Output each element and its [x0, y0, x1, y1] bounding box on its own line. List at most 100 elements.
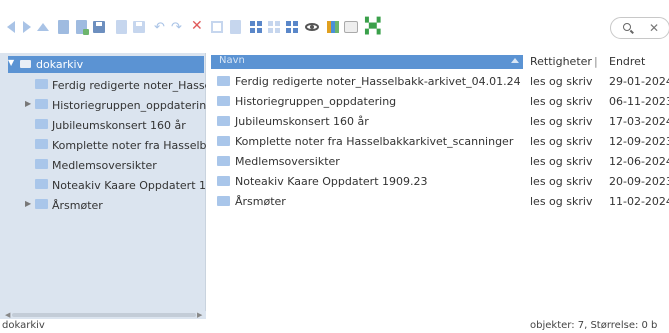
row-date: 11-02-2024	[609, 195, 669, 208]
row-name: Komplette noter fra Hasselbakkarkivet_sc…	[235, 135, 514, 148]
row-rights: les og skriv	[530, 75, 593, 88]
new-folder-icon[interactable]	[74, 20, 89, 35]
tree-root-item[interactable]: ▼ dokarkiv	[8, 56, 204, 73]
table-row[interactable]: Årsmøter les og skriv 11-02-2024	[207, 191, 669, 211]
tree-item[interactable]: Ferdig redigerte noter_Hasselbakk-arkive…	[24, 75, 206, 95]
delete-icon[interactable]: ✕	[190, 19, 204, 34]
row-name: Historiegruppen_oppdatering	[235, 95, 397, 108]
folder-icon	[35, 139, 48, 149]
row-rights: les og skriv	[530, 195, 593, 208]
tree-root-label: dokarkiv	[36, 58, 84, 71]
scroll-left-icon[interactable]: ◀	[5, 311, 10, 319]
status-bar: dokarkiv objekter: 7, Størrelse: 0 b	[0, 319, 669, 333]
row-rights: les og skriv	[530, 175, 593, 188]
table-row[interactable]: Medlemsoversikter les og skriv 12-06-202…	[207, 151, 669, 171]
tree-item-label: Årsmøter	[52, 199, 103, 212]
folder-icon	[217, 96, 230, 106]
tree-item[interactable]: Jubileumskonsert 160 år	[24, 115, 206, 135]
status-summary: objekter: 7, Størrelse: 0 b	[530, 320, 658, 331]
clear-search-icon[interactable]: ✕	[649, 20, 659, 36]
tree-item-label: Historiegruppen_oppdatering	[52, 99, 206, 112]
folder-icon	[217, 76, 230, 86]
column-divider[interactable]: |	[594, 55, 598, 68]
list-view-icon[interactable]	[267, 20, 281, 34]
scroll-right-icon[interactable]: ▶	[197, 311, 202, 319]
fullscreen-icon[interactable]: ▚▞ ▞▚	[364, 19, 380, 35]
column-header-rights[interactable]: Rettigheter	[530, 55, 592, 68]
chip-icon[interactable]	[344, 20, 358, 34]
column-header-name-label: Navn	[219, 55, 245, 66]
search-icon	[623, 23, 631, 31]
row-date: 17-03-2024	[609, 115, 669, 128]
back-icon[interactable]	[4, 20, 18, 34]
tree-item[interactable]: Komplette noter fra Hasselbakkarkivet_sc…	[24, 135, 206, 155]
table-row[interactable]: Komplette noter fra Hasselbakkarkivet_sc…	[207, 131, 669, 151]
tree-item-label: Medlemsoversikter	[52, 159, 157, 172]
table-row[interactable]: Noteakiv Kaare Oppdatert 1909.23 les og …	[207, 171, 669, 191]
row-name: Årsmøter	[235, 195, 286, 208]
tree-item[interactable]: ▶ Årsmøter	[24, 195, 206, 215]
folder-icon	[35, 119, 48, 129]
column-header-name[interactable]: Navn	[211, 55, 523, 69]
folder-icon	[217, 136, 230, 146]
folder-tree: ▼ dokarkiv Ferdig redigerte noter_Hassel…	[0, 53, 206, 311]
chevron-down-icon[interactable]: ▼	[8, 58, 14, 67]
tree-item[interactable]: Medlemsoversikter	[24, 155, 206, 175]
chevron-right-icon[interactable]: ▶	[25, 199, 31, 208]
color-icon[interactable]	[326, 20, 340, 34]
folder-icon	[35, 79, 48, 89]
up-icon[interactable]	[36, 20, 50, 34]
tree-item-label: Noteakiv Kaare Oppdatert 1909.23	[52, 179, 206, 192]
table-row[interactable]: Ferdig redigerte noter_Hasselbakk-arkive…	[207, 71, 669, 91]
row-rights: les og skriv	[530, 155, 593, 168]
save-icon[interactable]	[92, 20, 106, 34]
folder-icon	[217, 156, 230, 166]
scrollbar-thumb[interactable]	[12, 313, 196, 317]
row-date: 29-01-2024	[609, 75, 669, 88]
row-date: 20-09-2023	[609, 175, 669, 188]
search-input[interactable]: ✕	[610, 17, 669, 39]
folder-icon	[35, 199, 48, 209]
tree-item-label: Komplette noter fra Hasselbakkarkivet_sc…	[52, 139, 206, 152]
status-path: dokarkiv	[2, 320, 45, 331]
document-icon[interactable]	[228, 20, 242, 34]
folder-icon	[35, 99, 48, 109]
row-rights: les og skriv	[530, 135, 593, 148]
row-rights: les og skriv	[530, 115, 593, 128]
row-name: Medlemsoversikter	[235, 155, 340, 168]
row-name: Ferdig redigerte noter_Hasselbakk-arkive…	[235, 75, 521, 88]
frame-icon[interactable]	[210, 20, 224, 34]
forward-icon[interactable]	[20, 20, 34, 34]
tree-item-label: Ferdig redigerte noter_Hasselbakk-arkive…	[52, 79, 206, 92]
row-name: Jubileumskonsert 160 år	[235, 115, 369, 128]
tree-item[interactable]: Noteakiv Kaare Oppdatert 1909.23	[24, 175, 206, 195]
folder-icon	[35, 179, 48, 189]
row-rights: les og skriv	[530, 95, 593, 108]
tree-horizontal-scrollbar[interactable]: ◀ ▶	[0, 311, 206, 319]
list-header: Navn Rettigheter | Endret	[207, 53, 669, 71]
redo-icon[interactable]: ↷	[170, 20, 184, 34]
tree-item-label: Jubileumskonsert 160 år	[52, 119, 186, 132]
table-row[interactable]: Jubileumskonsert 160 år les og skriv 17-…	[207, 111, 669, 131]
folder-icon	[217, 196, 230, 206]
new-file-icon[interactable]	[56, 20, 70, 34]
chevron-right-icon[interactable]: ▶	[25, 99, 31, 108]
tree-item[interactable]: ▶ Historiegruppen_oppdatering	[24, 95, 206, 115]
table-row[interactable]: Historiegruppen_oppdatering les og skriv…	[207, 91, 669, 111]
file-icon[interactable]	[114, 20, 128, 34]
save-as-icon[interactable]	[132, 20, 146, 34]
column-header-date[interactable]: Endret	[609, 55, 645, 68]
grid-view-icon[interactable]	[249, 20, 263, 34]
tree-view-icon[interactable]	[285, 20, 299, 34]
row-name: Noteakiv Kaare Oppdatert 1909.23	[235, 175, 428, 188]
folder-icon	[35, 159, 48, 169]
drive-icon	[20, 60, 31, 68]
preview-eye-icon[interactable]	[305, 20, 319, 34]
row-date: 12-06-2024	[609, 155, 669, 168]
folder-icon	[217, 116, 230, 126]
toolbar: ↶ ↷ ✕ ▚▞ ▞▚ ✕	[0, 0, 669, 46]
undo-icon[interactable]: ↶	[153, 20, 167, 34]
sort-ascending-icon	[511, 58, 519, 63]
file-list: Navn Rettigheter | Endret Ferdig rediger…	[207, 53, 669, 319]
row-date: 06-11-2023	[609, 95, 669, 108]
